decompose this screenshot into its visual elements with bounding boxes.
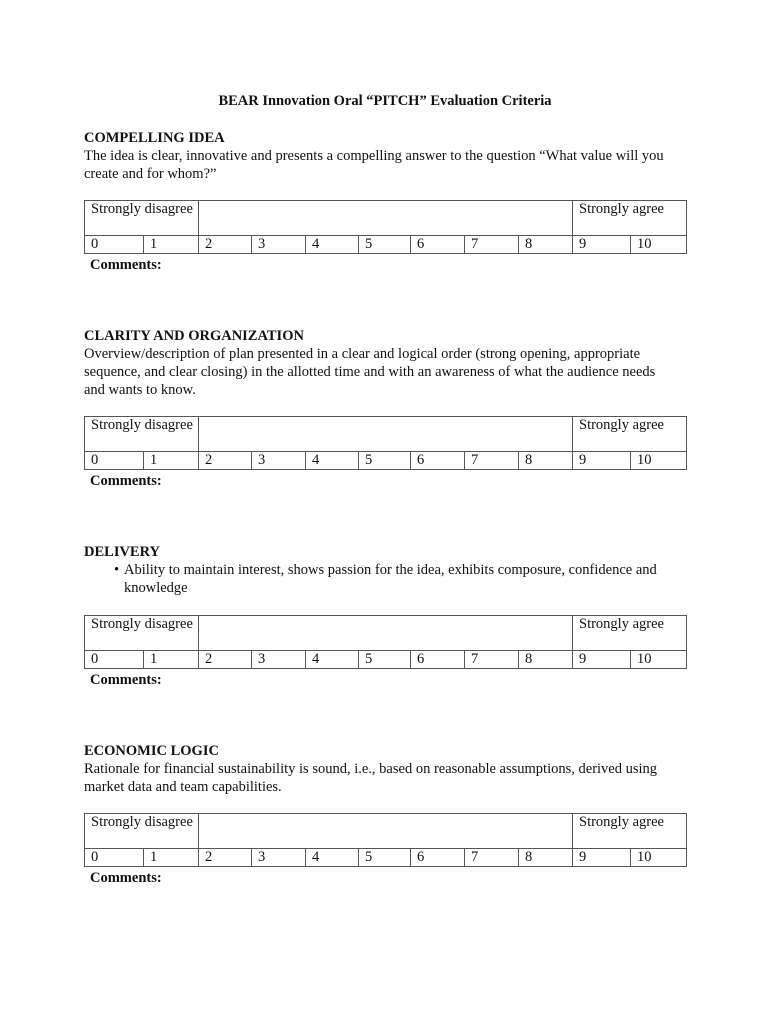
score-option-9[interactable]: 9 — [572, 451, 632, 470]
score-option-5[interactable]: 5 — [358, 451, 412, 470]
score-option-4[interactable]: 4 — [305, 451, 360, 470]
score-option-7[interactable]: 7 — [464, 235, 520, 254]
strongly-agree-label: Strongly agree — [572, 615, 688, 651]
comments-label: Comments: — [90, 870, 162, 886]
score-option-10[interactable]: 10 — [630, 451, 688, 470]
score-option-3[interactable]: 3 — [251, 451, 307, 470]
score-option-7[interactable]: 7 — [464, 451, 520, 470]
section-heading: DELIVERY — [84, 544, 161, 560]
scale-middle-cell — [198, 200, 574, 236]
score-option-9[interactable]: 9 — [572, 650, 632, 669]
strongly-disagree-label: Strongly disagree — [83, 416, 200, 452]
rating-scale-compelling-idea: Strongly disagree Strongly agree 0 1 2 3… — [83, 200, 688, 254]
score-option-0[interactable]: 0 — [84, 451, 144, 470]
bullet-item: • Ability to maintain interest, shows pa… — [84, 561, 674, 597]
comments-label: Comments: — [90, 672, 162, 688]
bullet-icon: • — [114, 562, 120, 578]
scale-middle-cell — [198, 416, 574, 452]
score-option-0[interactable]: 0 — [84, 650, 144, 669]
section-description: The idea is clear, innovative and presen… — [84, 148, 664, 182]
score-option-0[interactable]: 0 — [84, 235, 144, 254]
score-option-2[interactable]: 2 — [198, 848, 253, 867]
scale-middle-cell — [198, 615, 574, 651]
score-option-2[interactable]: 2 — [198, 451, 253, 470]
strongly-disagree-label: Strongly disagree — [83, 200, 200, 236]
score-option-4[interactable]: 4 — [305, 650, 360, 669]
score-option-0[interactable]: 0 — [84, 848, 144, 867]
score-option-3[interactable]: 3 — [251, 650, 307, 669]
score-option-9[interactable]: 9 — [572, 235, 632, 254]
score-option-8[interactable]: 8 — [518, 848, 574, 867]
score-option-1[interactable]: 1 — [142, 235, 200, 254]
score-option-1[interactable]: 1 — [142, 451, 200, 470]
score-option-3[interactable]: 3 — [251, 848, 307, 867]
section-economic-logic: ECONOMIC LOGIC Rationale for financial s… — [84, 742, 694, 796]
delivery-bullet-list: • Ability to maintain interest, shows pa… — [84, 561, 694, 597]
section-heading: ECONOMIC LOGIC — [84, 743, 219, 759]
strongly-agree-label: Strongly agree — [572, 416, 688, 452]
scale-middle-cell — [198, 813, 574, 849]
score-option-7[interactable]: 7 — [464, 848, 520, 867]
strongly-agree-label: Strongly agree — [572, 813, 688, 849]
score-option-10[interactable]: 10 — [630, 235, 688, 254]
bullet-text: Ability to maintain interest, shows pass… — [124, 562, 657, 596]
score-option-10[interactable]: 10 — [630, 650, 688, 669]
score-option-7[interactable]: 7 — [464, 650, 520, 669]
score-option-2[interactable]: 2 — [198, 235, 253, 254]
score-option-2[interactable]: 2 — [198, 650, 253, 669]
score-option-10[interactable]: 10 — [630, 848, 688, 867]
comments-label: Comments: — [90, 257, 162, 273]
comments-label: Comments: — [90, 473, 162, 489]
section-heading: CLARITY AND ORGANIZATION — [84, 328, 304, 344]
score-option-3[interactable]: 3 — [251, 235, 307, 254]
score-option-6[interactable]: 6 — [410, 235, 466, 254]
strongly-agree-label: Strongly agree — [572, 200, 688, 236]
rating-scale-clarity-organization: Strongly disagree Strongly agree 0 1 2 3… — [83, 416, 688, 470]
rating-scale-economic-logic: Strongly disagree Strongly agree 0 1 2 3… — [83, 813, 688, 867]
document-title: BEAR Innovation Oral “PITCH” Evaluation … — [218, 93, 552, 109]
score-option-8[interactable]: 8 — [518, 235, 574, 254]
score-option-6[interactable]: 6 — [410, 650, 466, 669]
score-option-5[interactable]: 5 — [358, 650, 412, 669]
score-option-4[interactable]: 4 — [305, 848, 360, 867]
score-option-6[interactable]: 6 — [410, 848, 466, 867]
score-option-8[interactable]: 8 — [518, 650, 574, 669]
score-option-8[interactable]: 8 — [518, 451, 574, 470]
strongly-disagree-label: Strongly disagree — [83, 813, 200, 849]
section-description: Overview/description of plan presented i… — [84, 346, 656, 398]
section-heading: COMPELLING IDEA — [84, 130, 225, 146]
score-option-1[interactable]: 1 — [142, 848, 200, 867]
section-clarity-organization: CLARITY AND ORGANIZATION Overview/descri… — [84, 327, 694, 399]
strongly-disagree-label: Strongly disagree — [83, 615, 200, 651]
score-option-1[interactable]: 1 — [142, 650, 200, 669]
section-delivery: DELIVERY • Ability to maintain interest,… — [84, 543, 694, 597]
section-compelling-idea: COMPELLING IDEA The idea is clear, innov… — [84, 129, 694, 183]
score-option-9[interactable]: 9 — [572, 848, 632, 867]
section-description: Rationale for financial sustainability i… — [84, 761, 658, 795]
score-option-5[interactable]: 5 — [358, 235, 412, 254]
rating-scale-delivery: Strongly disagree Strongly agree 0 1 2 3… — [83, 615, 688, 669]
score-option-5[interactable]: 5 — [358, 848, 412, 867]
score-option-6[interactable]: 6 — [410, 451, 466, 470]
score-option-4[interactable]: 4 — [305, 235, 360, 254]
